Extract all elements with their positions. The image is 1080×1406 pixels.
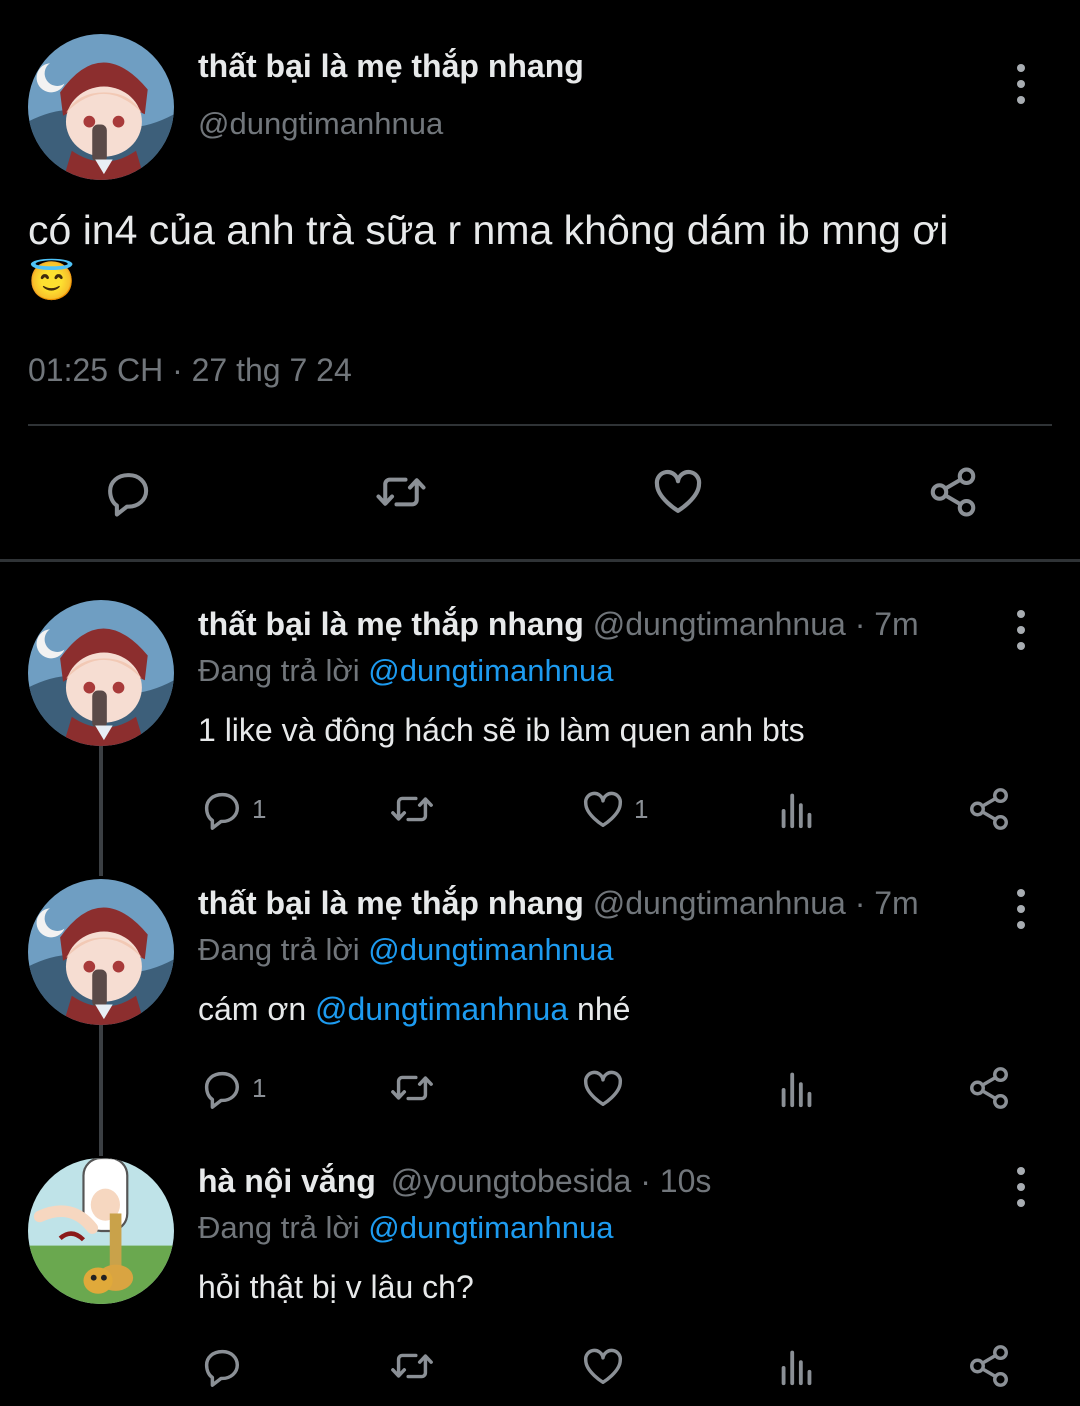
display-name[interactable]: thất bại là mẹ thắp nhang	[198, 48, 584, 85]
display-name[interactable]: thất bại là mẹ thắp nhang	[198, 885, 584, 921]
section-divider	[0, 559, 1080, 562]
more-icon[interactable]	[1015, 889, 1027, 929]
views-icon[interactable]	[774, 786, 820, 832]
share-icon[interactable]	[966, 1065, 1012, 1111]
more-icon[interactable]	[1015, 610, 1027, 650]
reply-count: 1	[252, 793, 267, 824]
reply-button[interactable]: 1	[198, 786, 266, 832]
replying-mention[interactable]: @dungtimanhnua	[368, 932, 613, 967]
avatar[interactable]	[28, 34, 174, 180]
divider	[28, 424, 1052, 426]
share-icon[interactable]	[966, 1343, 1012, 1389]
tweet-text: có in4 của anh trà sữa r nma không dám i…	[28, 204, 1058, 308]
like-button[interactable]: 1	[580, 786, 648, 832]
views-icon[interactable]	[774, 1065, 820, 1111]
replying-mention[interactable]: @dungtimanhnua	[368, 653, 613, 688]
reply-text-after: nhé	[577, 991, 631, 1027]
reply-text: cám ơn @dungtimanhnua nhé	[198, 991, 630, 1028]
replying-to: Đang trả lời @dungtimanhnua	[198, 932, 613, 968]
avatar-image	[28, 600, 174, 746]
replying-to: Đang trả lời @dungtimanhnua	[198, 1210, 613, 1246]
reply-time: · 7m	[854, 885, 919, 921]
avatar-image	[28, 879, 174, 1025]
thread-line	[99, 744, 103, 876]
reply-header: hà nội vắng @youngtobesida · 10s	[198, 1163, 711, 1200]
reply-icon	[198, 786, 244, 832]
retweet-icon[interactable]	[370, 465, 432, 519]
reply-text-before: cám ơn	[198, 991, 307, 1027]
reply-time: · 7m	[854, 606, 919, 642]
mention-link[interactable]: @dungtimanhnua	[315, 991, 568, 1027]
replying-label: Đang trả lời	[198, 1210, 360, 1245]
like-icon[interactable]	[580, 1343, 626, 1389]
reply-button[interactable]: 1	[198, 1065, 266, 1111]
reply-text: hỏi thật bị v lâu ch?	[198, 1269, 474, 1305]
halo-emoji: 😇	[28, 261, 76, 303]
reply-time: · 10s	[640, 1163, 712, 1199]
display-name[interactable]: thất bại là mẹ thắp nhang	[198, 606, 584, 642]
handle[interactable]: @dungtimanhnua	[198, 106, 443, 142]
like-icon[interactable]	[580, 1065, 626, 1111]
avatar[interactable]	[28, 879, 174, 1025]
like-icon[interactable]	[650, 463, 706, 519]
reply-icon[interactable]	[198, 1343, 244, 1389]
avatar-image	[28, 34, 174, 180]
retweet-icon[interactable]	[386, 786, 438, 832]
handle[interactable]: @youngtobesida	[391, 1163, 632, 1199]
share-icon[interactable]	[966, 786, 1012, 832]
replying-to: Đang trả lời @dungtimanhnua	[198, 653, 613, 689]
views-icon[interactable]	[774, 1343, 820, 1389]
like-count: 1	[634, 793, 649, 824]
reply-icon	[198, 1065, 244, 1111]
replying-mention[interactable]: @dungtimanhnua	[368, 1210, 613, 1245]
replying-label: Đang trả lời	[198, 932, 360, 967]
thread-line	[99, 1022, 103, 1156]
tweet-body: có in4 của anh trà sữa r nma không dám i…	[28, 207, 949, 253]
avatar[interactable]	[28, 600, 174, 746]
reply-icon[interactable]	[100, 465, 154, 519]
retweet-icon[interactable]	[386, 1343, 438, 1389]
reply-text: 1 like và đông hách sẽ ib làm quen anh b…	[198, 712, 805, 748]
avatar-image	[28, 1158, 174, 1304]
more-icon[interactable]	[1015, 1167, 1027, 1207]
avatar[interactable]	[28, 1158, 174, 1304]
tweet-timestamp: 01:25 CH · 27 thg 7 24	[28, 352, 352, 388]
display-name[interactable]: hà nội vắng	[198, 1163, 376, 1199]
reply-count: 1	[252, 1072, 267, 1103]
share-icon[interactable]	[926, 465, 980, 519]
replying-label: Đang trả lời	[198, 653, 360, 688]
handle[interactable]: @dungtimanhnua	[593, 885, 846, 921]
handle[interactable]: @dungtimanhnua	[593, 606, 846, 642]
reply-header: thất bại là mẹ thắp nhang @dungtimanhnua…	[198, 606, 919, 643]
retweet-icon[interactable]	[386, 1065, 438, 1111]
like-icon	[580, 786, 626, 832]
more-icon[interactable]	[1015, 64, 1027, 104]
reply-header: thất bại là mẹ thắp nhang @dungtimanhnua…	[198, 885, 919, 922]
